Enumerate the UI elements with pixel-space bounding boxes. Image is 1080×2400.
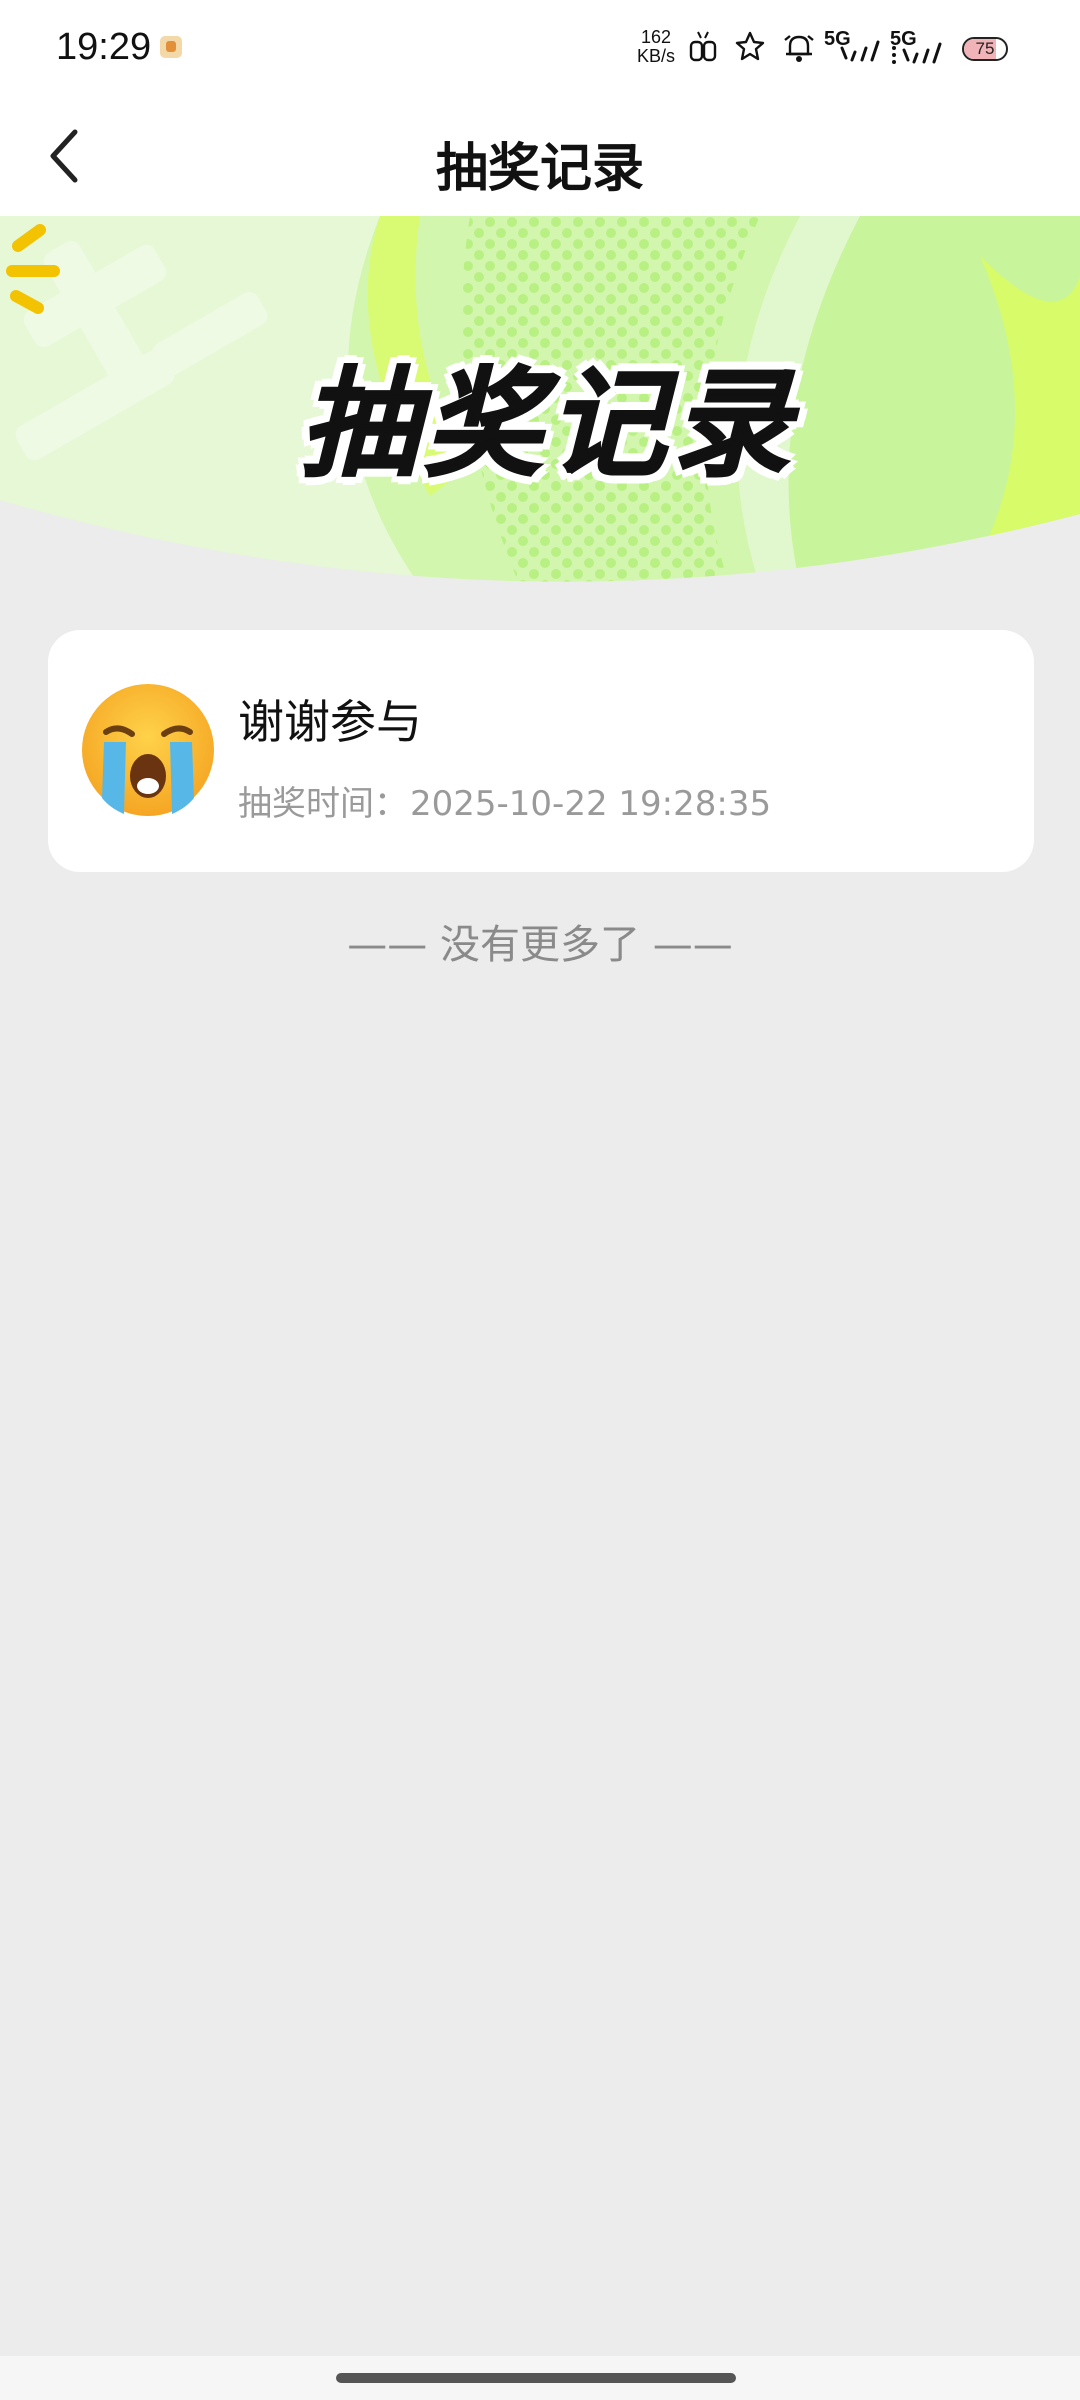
star-icon <box>735 31 765 61</box>
status-bar: 19:29 162 KB/s 5G 5G 75 <box>0 0 1080 96</box>
signal-icon <box>892 42 942 64</box>
record-time: 抽奖时间：2025-10-22 19:28:35 <box>238 776 771 825</box>
navigation-bar <box>0 2356 1080 2400</box>
crying-face-emoji <box>82 684 214 816</box>
page-title: 抽奖记录 <box>435 139 644 199</box>
signal-icon <box>840 40 880 62</box>
record-card[interactable]: 谢谢参与 抽奖时间：2025-10-22 19:28:35 <box>48 630 1034 872</box>
status-time: 19:29 <box>56 26 152 68</box>
banner: 抽奖记录 <box>0 216 1080 586</box>
sparkle-icon <box>6 224 60 314</box>
banner-title: 抽奖记录 <box>299 354 797 494</box>
vibrate-icon <box>689 31 717 62</box>
network-speed-unit: KB/s <box>636 46 675 66</box>
record-title: 谢谢参与 <box>238 695 422 749</box>
record-time-value: 2025-10-22 19:28:35 <box>410 784 772 824</box>
alarm-icon <box>784 35 814 62</box>
network-speed-value: 162 <box>640 27 672 47</box>
record-time-label: 抽奖时间： <box>238 784 408 824</box>
app-notification-icon <box>160 36 182 58</box>
battery-percent: 75 <box>975 39 995 58</box>
battery-icon: 75 <box>962 37 1008 61</box>
network-speed: 162 KB/s <box>632 28 680 66</box>
page-header: 抽奖记录 <box>0 96 1080 216</box>
home-indicator[interactable] <box>336 2373 736 2383</box>
no-more-text: —— 没有更多了 —— <box>347 922 733 968</box>
